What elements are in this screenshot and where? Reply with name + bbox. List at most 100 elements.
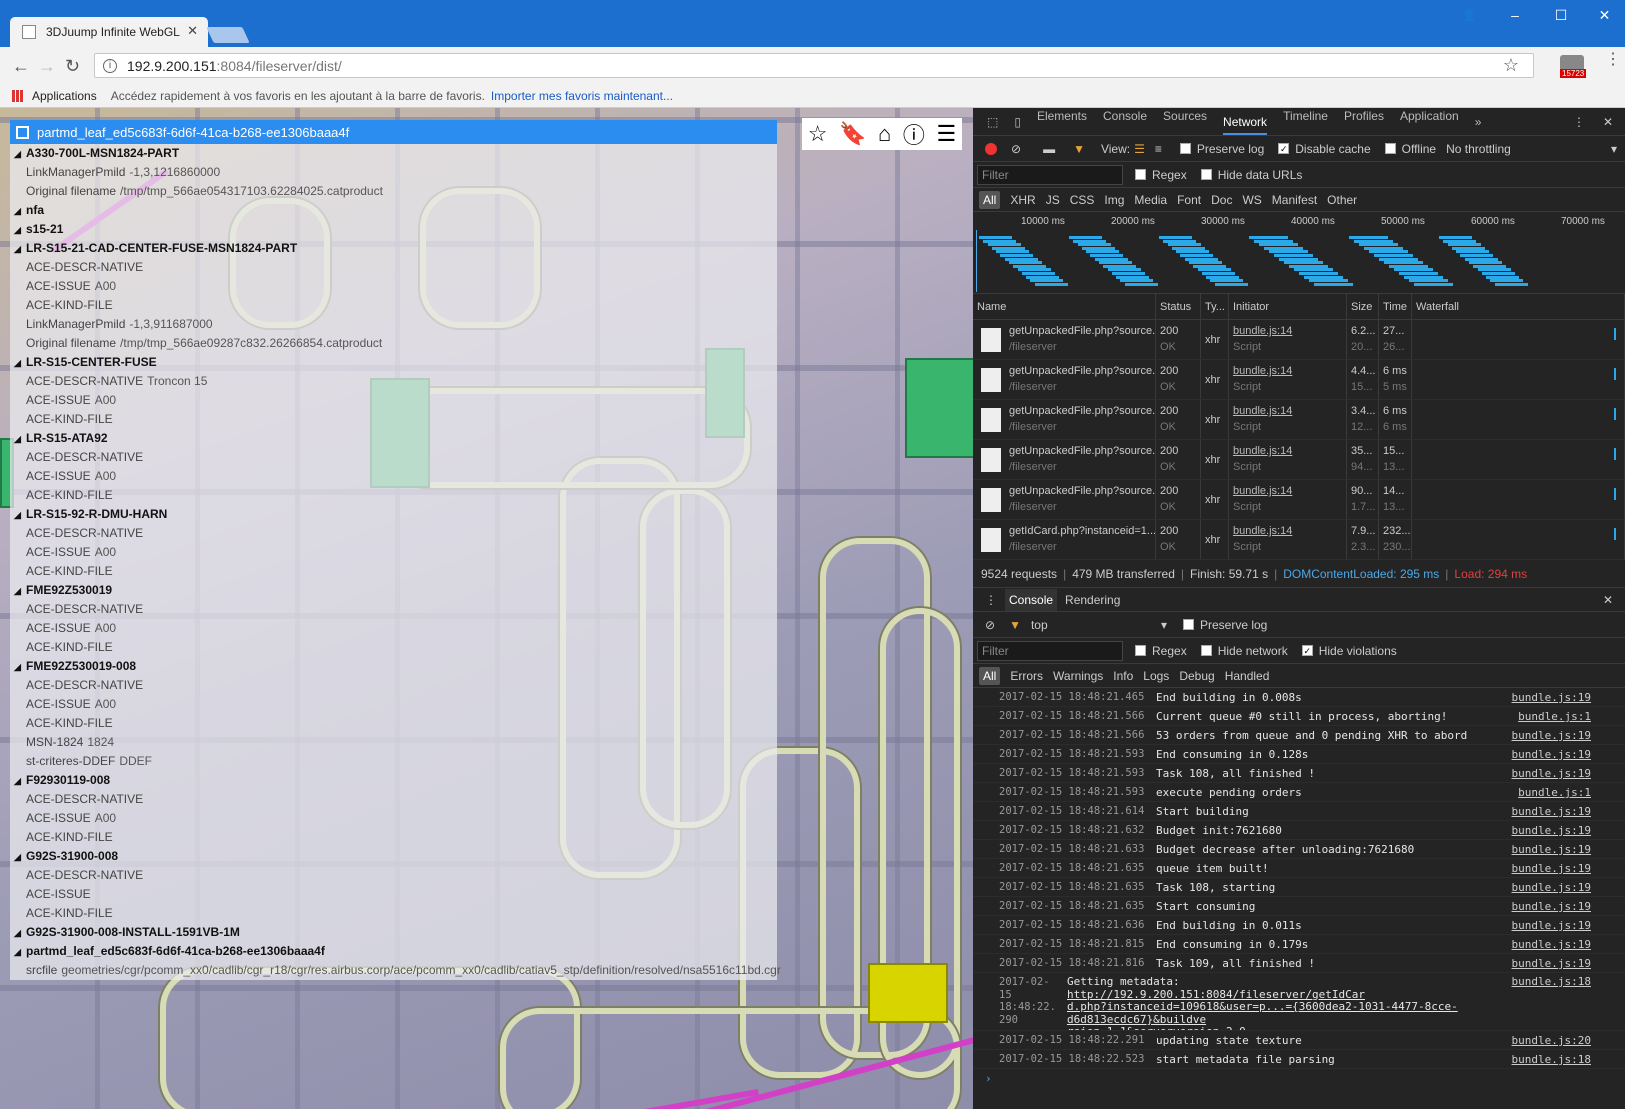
close-tab-icon[interactable]: ✕ (187, 23, 198, 39)
expand-triangle-icon[interactable]: ◢ (14, 848, 26, 867)
column-header-time[interactable]: Time (1379, 294, 1412, 319)
type-filter-doc[interactable]: Doc (1211, 193, 1232, 207)
request-row[interactable]: getUnpackedFile.php?source... /fileserver… (973, 320, 1625, 360)
expand-triangle-icon[interactable]: ◢ (14, 658, 26, 677)
request-row[interactable]: getUnpackedFile.php?source... /fileserver… (973, 480, 1625, 520)
list-view-icon[interactable]: ☰ (1134, 142, 1145, 156)
message-source-link[interactable]: bundle.js:19 (1512, 726, 1591, 744)
drawer-close-icon[interactable]: ✕ (1603, 593, 1613, 607)
request-name-cell[interactable]: getIdCard.php?instanceid=1... /fileserver (973, 520, 1156, 559)
type-filter-all[interactable]: All (979, 190, 1001, 209)
request-initiator[interactable]: bundle.js:14 (1233, 363, 1346, 379)
devtools-tab-sources[interactable]: Sources (1163, 109, 1207, 135)
console-filter-icon[interactable]: ▼ (1009, 618, 1021, 632)
devtools-menu-icon[interactable]: ⋮ (1573, 115, 1585, 129)
message-source-link[interactable]: bundle.js:18 (1512, 1050, 1591, 1068)
home-icon[interactable]: ⌂ (878, 121, 891, 147)
type-filter-manifest[interactable]: Manifest (1272, 193, 1317, 207)
message-source-link[interactable]: bundle.js:19 (1512, 764, 1591, 782)
tree-node[interactable]: ◢ G92S-31900-008 (14, 847, 777, 866)
expand-triangle-icon[interactable]: ◢ (14, 240, 26, 259)
message-source-link[interactable]: bundle.js:18 (1512, 975, 1591, 1030)
throttle-dropdown-icon[interactable]: ▾ (1611, 142, 1617, 156)
drawer-menu-icon[interactable]: ⋮ (985, 593, 997, 607)
devtools-tab-elements[interactable]: Elements (1037, 109, 1087, 135)
maximize-button[interactable]: ☐ (1538, 0, 1584, 30)
level-filter-warnings[interactable]: Warnings (1053, 669, 1103, 683)
expand-triangle-icon[interactable]: ◢ (14, 202, 26, 221)
drawer-tab-console[interactable]: Console (1005, 588, 1058, 611)
tree-node[interactable]: ◢ A330-700L-MSN1824-PART (14, 144, 777, 163)
devtools-tab-application[interactable]: Application (1400, 109, 1459, 135)
message-source-link[interactable]: bundle.js:19 (1512, 916, 1591, 934)
request-row[interactable]: getUnpackedFile.php?source... /fileserver… (973, 440, 1625, 480)
type-filter-css[interactable]: CSS (1070, 193, 1095, 207)
column-header-waterfall[interactable]: Waterfall (1412, 294, 1625, 319)
console-filter-input[interactable]: Filter (977, 640, 1123, 661)
back-icon[interactable]: ← (12, 56, 30, 77)
filter-icon[interactable]: ▼ (1073, 142, 1085, 156)
metadata-url-link[interactable]: d.php?instanceid=109618&user=p...={3600d… (1067, 1000, 1512, 1026)
message-source-link[interactable]: bundle.js:19 (1512, 897, 1591, 915)
type-filter-img[interactable]: Img (1104, 193, 1124, 207)
request-row[interactable]: getUnpackedFile.php?source... /fileserver… (973, 400, 1625, 440)
request-initiator[interactable]: bundle.js:14 (1233, 323, 1346, 339)
tree-node[interactable]: ◢ FME92Z530019-008 (14, 657, 777, 676)
apps-link[interactable]: Applications (32, 89, 97, 103)
message-source-link[interactable]: bundle.js:19 (1512, 821, 1591, 839)
type-filter-other[interactable]: Other (1327, 193, 1357, 207)
message-source-link[interactable]: bundle.js:19 (1512, 954, 1591, 972)
column-header-status[interactable]: Status (1156, 294, 1201, 319)
drawer-tab-rendering[interactable]: Rendering (1065, 593, 1120, 607)
request-name-cell[interactable]: getUnpackedFile.php?source... /fileserver (973, 480, 1156, 519)
message-source-link[interactable]: bundle.js:20 (1512, 1031, 1591, 1049)
message-source-link[interactable]: bundle.js:1 (1518, 783, 1591, 801)
minimize-button[interactable]: – (1492, 0, 1538, 30)
tree-node[interactable]: ◢ G92S-31900-008-INSTALL-1591VB-1M (14, 923, 777, 942)
3d-viewport[interactable]: ☆ 🔖 ⌂ ⓘ ☰ partmd_leaf_ed5c683f-6d6f-41ca… (0, 108, 973, 1109)
devtools-close-icon[interactable]: ✕ (1603, 115, 1613, 129)
console-regex-checkbox[interactable] (1135, 645, 1146, 656)
offline-checkbox[interactable] (1384, 143, 1396, 154)
extension-icon[interactable]: 15723 (1560, 55, 1587, 78)
user-profile-icon[interactable]: 👤 (1446, 0, 1492, 30)
expand-triangle-icon[interactable]: ◢ (14, 221, 26, 240)
tree-node[interactable]: ◢ partmd_leaf_ed5c683f-6d6f-41ca-b268-ee1… (14, 942, 777, 961)
favorite-star-icon[interactable]: ☆ (808, 121, 828, 147)
screenshot-icon[interactable]: ▬ (1043, 142, 1055, 156)
column-header-name[interactable]: Name (973, 294, 1156, 319)
forward-icon[interactable]: → (38, 56, 56, 77)
tree-node[interactable]: ◢ s15-21 (14, 220, 777, 239)
message-source-link[interactable]: bundle.js:19 (1512, 688, 1591, 706)
address-bar[interactable]: i 192.9.200.151:8084/fileserver/dist/ ☆ (94, 53, 1534, 78)
type-filter-media[interactable]: Media (1134, 193, 1167, 207)
info-circle-icon[interactable]: ⓘ (903, 118, 925, 150)
devtools-tab-profiles[interactable]: Profiles (1344, 109, 1384, 135)
request-initiator[interactable]: bundle.js:14 (1233, 483, 1346, 499)
expand-triangle-icon[interactable]: ◢ (14, 145, 26, 164)
request-name-cell[interactable]: getUnpackedFile.php?source... /fileserver (973, 400, 1156, 439)
import-bookmarks-link[interactable]: Importer mes favoris maintenant... (491, 89, 673, 103)
level-filter-all[interactable]: All (979, 666, 1001, 685)
browser-menu-icon[interactable]: ⋮ (1605, 52, 1621, 68)
waterfall-view-icon[interactable]: ≡ (1155, 142, 1162, 156)
throttling-select[interactable]: No throttling (1446, 142, 1511, 156)
expand-triangle-icon[interactable]: ◢ (14, 924, 26, 943)
expand-triangle-icon[interactable]: ◢ (14, 506, 26, 525)
message-source-link[interactable]: bundle.js:19 (1512, 840, 1591, 858)
request-initiator[interactable]: bundle.js:14 (1233, 443, 1346, 459)
bookmark-star-icon[interactable]: ☆ (1503, 55, 1519, 76)
disable-cache-checkbox[interactable]: ✓ (1278, 143, 1290, 154)
tree-node[interactable]: ◢ LR-S15-21-CAD-CENTER-FUSE-MSN1824-PART (14, 239, 777, 258)
console-prompt[interactable]: › (973, 1069, 1625, 1089)
request-row[interactable]: getUnpackedFile.php?source... /fileserver… (973, 360, 1625, 400)
type-filter-font[interactable]: Font (1177, 193, 1201, 207)
expand-triangle-icon[interactable]: ◢ (14, 943, 26, 962)
column-header-initiator[interactable]: Initiator (1229, 294, 1347, 319)
column-header-size[interactable]: Size (1347, 294, 1379, 319)
tree-node[interactable]: ◢ F92930119-008 (14, 771, 777, 790)
column-header-ty[interactable]: Ty... (1201, 294, 1229, 319)
message-source-link[interactable]: bundle.js:19 (1512, 935, 1591, 953)
level-filter-debug[interactable]: Debug (1179, 669, 1214, 683)
context-select[interactable]: top (1031, 618, 1161, 632)
